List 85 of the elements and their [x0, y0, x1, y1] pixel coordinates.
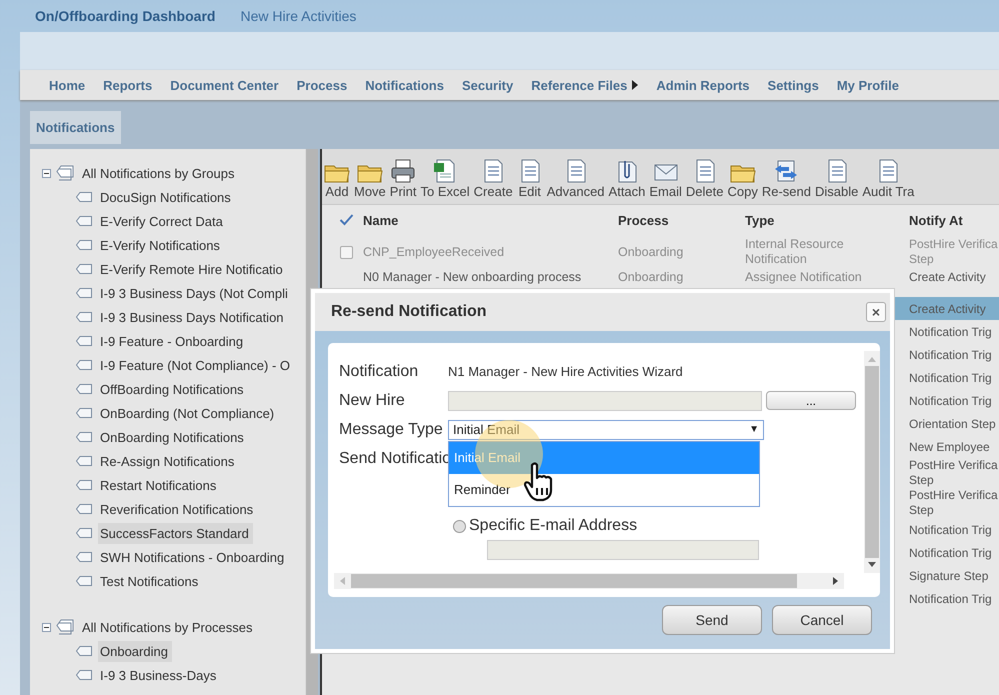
tree-item[interactable]: Re-Assign Notifications	[98, 450, 238, 472]
toolbar-button[interactable]: Create	[474, 158, 513, 199]
table-cell: Create Activity	[909, 270, 986, 285]
table-cell: New Employee	[909, 440, 990, 454]
toolbar-button[interactable]: Re-send	[762, 158, 811, 199]
nav-link[interactable]: Admin Reports	[656, 78, 750, 92]
table-cell: Notification Trig	[909, 370, 992, 386]
table-cell: Signature Step	[909, 568, 988, 584]
table-cell: Notification Trig	[909, 522, 992, 538]
close-button[interactable]: ×	[866, 302, 886, 322]
toolbar-button[interactable]: To Excel	[420, 158, 470, 199]
radio-label: Specific E-mail Address	[469, 517, 638, 535]
dialog-button[interactable]: Send	[662, 605, 762, 635]
tree-item[interactable]: DocuSign Notifications	[98, 186, 235, 208]
dialog-title: Re-send Notification	[331, 303, 487, 321]
browse-button[interactable]: ...	[766, 391, 856, 410]
column-header[interactable]: Type	[745, 212, 909, 228]
table-cell: Onboarding	[618, 270, 684, 285]
toolbar-button[interactable]: Attach	[608, 158, 646, 199]
table-cell: N0 Manager - New onboarding process	[363, 270, 582, 285]
table-cell: CNP_EmployeeReceived	[363, 245, 504, 260]
table-cell-text: Internal Resource Notification	[745, 237, 845, 267]
tree-item[interactable]: SuccessFactors Standard	[98, 522, 253, 544]
nav-link[interactable]: Document Center	[170, 78, 279, 92]
nav-link[interactable]: Notifications	[365, 78, 444, 92]
tree-item[interactable]: OffBoarding Notifications	[98, 378, 248, 400]
table-cell: Assignee Notification	[745, 270, 862, 285]
tree-item[interactable]: E-Verify Remote Hire Notificatio	[98, 258, 287, 280]
nav-link[interactable]: Home	[49, 78, 86, 92]
tree-item[interactable]: E-Verify Notifications	[98, 234, 224, 256]
dropdown[interactable]: Initial Email ▼	[448, 420, 764, 440]
table-cell: Notification Trig	[909, 546, 992, 560]
toolbar-button[interactable]: Copy	[727, 158, 758, 199]
toolbar-button[interactable]: Print	[390, 158, 417, 199]
tab[interactable]: Notifications	[30, 111, 121, 144]
tree-group-label[interactable]: All Notifications by Processes	[82, 620, 253, 634]
table-cell: PostHire Verifica Step	[909, 458, 999, 488]
table-cell: Notification Trig	[909, 592, 992, 606]
tree-item[interactable]: Onboarding	[98, 640, 172, 662]
dropdown-option[interactable]: Reminder	[449, 474, 759, 506]
table-cell: Onboarding	[618, 245, 684, 260]
field-label: New Hire	[339, 392, 406, 410]
column-header[interactable]: Notify At	[909, 212, 999, 228]
tree-item[interactable]: I-9 Feature (Not Compliance) - O	[98, 354, 294, 376]
field-label: Send Notificatio	[339, 450, 448, 468]
nav-link[interactable]: Reference Files	[531, 78, 638, 92]
table-cell: PostHire Verifica Step	[909, 237, 999, 267]
toolbar-button[interactable]: Advanced	[546, 158, 605, 199]
tree-item[interactable]: Reverification Notifications	[98, 498, 258, 520]
table-cell: Notification Trig	[909, 324, 992, 340]
tree-item[interactable]: Test Notifications	[98, 570, 202, 592]
tree-item[interactable]: SWH Notifications - Onboarding	[98, 546, 288, 568]
column-header[interactable]: Process	[618, 212, 745, 228]
nav-link[interactable]: My Profile	[836, 78, 899, 92]
dashboard-title: On/Offboarding Dashboard	[35, 8, 216, 24]
tree-item[interactable]: I-9 3 Business Days Notification	[98, 306, 288, 328]
toolbar-button[interactable]: Audit Tra	[862, 158, 914, 199]
field-label: Notification	[339, 362, 420, 380]
toolbar-button[interactable]: Delete	[686, 158, 724, 199]
table-cell: Orientation Step	[909, 416, 996, 432]
tree-item[interactable]: Restart Notifications	[98, 474, 220, 496]
toolbar-button[interactable]: Disable	[814, 158, 858, 199]
toolbar-button[interactable]: Email	[649, 158, 682, 199]
nav-link[interactable]: Process	[296, 78, 348, 92]
tree-item[interactable]: I-9 3 Business Days (Not Compli	[98, 282, 292, 304]
toolbar-button[interactable]: Edit	[516, 158, 543, 199]
tree-item[interactable]: OnBoarding (Not Compliance)	[98, 402, 278, 424]
nav-link[interactable]: Security	[462, 78, 514, 92]
toolbar-button[interactable]: Add	[324, 158, 350, 199]
nav-link[interactable]: Settings	[768, 78, 819, 92]
field-label: Message Type	[339, 420, 444, 438]
tree-item[interactable]: I-9 Feature - Onboarding	[98, 330, 248, 352]
dialog-button[interactable]: Cancel	[772, 605, 872, 635]
tree-group-label[interactable]: All Notifications by Groups	[82, 166, 234, 180]
tree-item[interactable]: OnBoarding Notifications	[98, 426, 248, 448]
column-header[interactable]: Name	[363, 212, 618, 228]
table-cell: Notification Trig	[909, 394, 992, 408]
nav-link[interactable]: Reports	[103, 78, 152, 92]
table-cell: Notification Trig	[909, 348, 992, 362]
table-cell: Create Activity	[909, 302, 986, 316]
toolbar-button[interactable]: Move	[354, 158, 386, 199]
tree-item[interactable]: E-Verify Correct Data	[98, 210, 227, 232]
notification-value: N1 Manager - New Hire Activities Wizard	[448, 364, 683, 379]
tree-item[interactable]: I-9 3 Business-Days	[98, 664, 220, 686]
table-cell: PostHire Verifica Step	[909, 488, 999, 518]
